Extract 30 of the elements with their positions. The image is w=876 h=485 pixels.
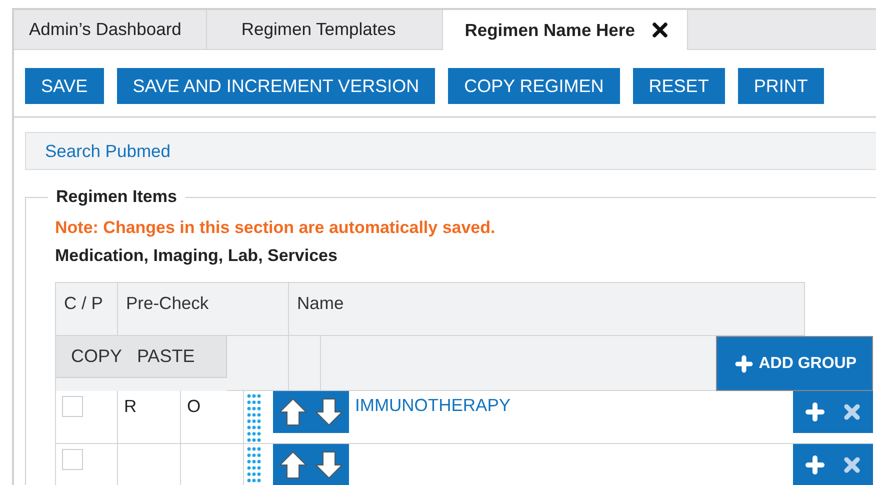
- toolbar-button[interactable]: SAVE: [25, 68, 104, 104]
- table-cell: R: [124, 396, 137, 416]
- row-checkbox[interactable]: [62, 449, 83, 470]
- search-pubmed-link[interactable]: Search Pubmed: [45, 140, 170, 162]
- table-cell: O: [187, 396, 201, 416]
- toolbar-button[interactable]: PRINT: [738, 68, 824, 104]
- toolbar-button[interactable]: RESET: [632, 68, 725, 104]
- up-arrow-icon[interactable]: [278, 450, 308, 480]
- add-group-button[interactable]: ADD GROUP: [716, 336, 874, 391]
- drag-handle-icon[interactable]: [247, 446, 263, 485]
- toolbar-button[interactable]: COPY REGIMEN: [448, 68, 620, 104]
- down-arrow-icon[interactable]: [314, 397, 344, 427]
- toolbar-button[interactable]: SAVE AND INCREMENT VERSION: [116, 68, 436, 104]
- down-arrow-icon[interactable]: [314, 450, 344, 480]
- add-icon[interactable]: [803, 400, 827, 424]
- section-subtitle: Medication, Imaging, Lab, Services: [55, 246, 338, 266]
- column-header: Pre-Check: [117, 282, 288, 336]
- tab[interactable]: Regimen Name Here: [442, 10, 688, 50]
- column-header: Name: [288, 282, 805, 336]
- row-checkbox[interactable]: [62, 396, 83, 417]
- paste-link[interactable]: PASTE: [137, 346, 195, 367]
- up-arrow-icon[interactable]: [278, 397, 308, 427]
- plus-icon: [732, 352, 755, 374]
- column-header: C / P: [55, 282, 117, 336]
- autosave-note: Note: Changes in this section are automatically saved.: [55, 218, 496, 238]
- drag-handle-icon[interactable]: [247, 393, 263, 443]
- add-icon[interactable]: [803, 453, 827, 477]
- item-name-link[interactable]: IMMUNOTHERAPY: [355, 395, 793, 443]
- copy-link[interactable]: COPY: [71, 346, 122, 367]
- section-legend: Regimen Items: [48, 187, 185, 207]
